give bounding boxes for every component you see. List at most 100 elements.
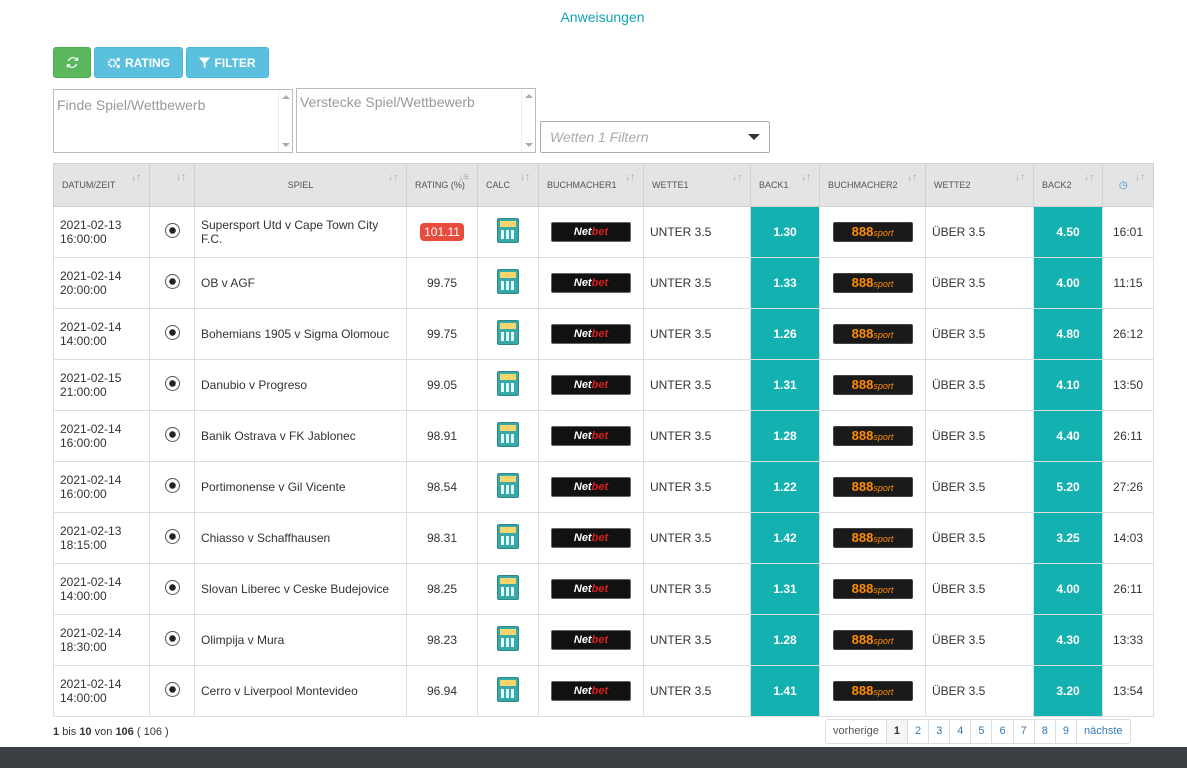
pagination-page[interactable]: 6	[992, 720, 1014, 743]
calculator-icon[interactable]	[497, 269, 519, 294]
back1-cell[interactable]: 1.33	[750, 257, 820, 309]
col-header-bet1[interactable]: WETTE1 ↓↑	[643, 163, 751, 207]
back1-cell[interactable]: 1.22	[750, 461, 820, 513]
back1-cell[interactable]: 1.42	[750, 512, 820, 564]
col-header-back1[interactable]: BACK1 ↓↑	[750, 163, 820, 207]
888sport-logo[interactable]: 888sport	[832, 528, 913, 548]
888sport-logo[interactable]: 888sport	[832, 273, 913, 293]
hide-match-scrollbar[interactable]	[521, 89, 535, 152]
netbet-logo[interactable]: Netbet	[551, 375, 631, 395]
netbet-logo[interactable]: Netbet	[551, 681, 631, 701]
back1-cell[interactable]: 1.31	[750, 359, 820, 411]
col-header-date[interactable]: DATUM/ZEIT ↓↑	[53, 163, 150, 207]
table-row[interactable]: 2021-02-15 21:00:00 Danubio v Progreso 99.0…	[53, 359, 1154, 411]
table-row[interactable]: 2021-02-13 16:00:00 Supersport Utd v Cape …	[53, 206, 1154, 258]
table-row[interactable]: 2021-02-14 18:30:00 Olimpija v Mura 98.23 Ne…	[53, 614, 1154, 666]
netbet-logo[interactable]: Netbet	[551, 528, 631, 548]
table-row[interactable]: 2021-02-14 14:00:00 Cerro v Liverpool Mont…	[53, 665, 1154, 717]
back2-cell[interactable]: 4.10	[1033, 359, 1103, 411]
col-header-calc[interactable]: CALC ↓↑	[477, 163, 539, 207]
netbet-logo[interactable]: Netbet	[551, 630, 631, 650]
pagination-page[interactable]: 5	[971, 720, 993, 743]
table-row[interactable]: 2021-02-14 16:00:00 Portimonense v Gil Vic…	[53, 461, 1154, 513]
back1-cell[interactable]: 1.28	[750, 614, 820, 666]
pagination-page[interactable]: 7	[1014, 720, 1035, 743]
calculator-icon[interactable]	[497, 320, 519, 345]
bookmaker1-cell: Netbet	[538, 206, 644, 258]
back2-cell[interactable]: 4.80	[1033, 308, 1103, 360]
netbet-logo[interactable]: Netbet	[551, 222, 631, 242]
calculator-icon[interactable]	[497, 575, 519, 600]
back2-cell[interactable]: 5.20	[1033, 461, 1103, 513]
col-header-bookmaker1[interactable]: BUCHMACHER1 ↓↑	[538, 163, 644, 207]
rating-cell: 99.75	[406, 257, 478, 309]
888sport-logo[interactable]: 888sport	[832, 426, 913, 446]
back1-cell[interactable]: 1.26	[750, 308, 820, 360]
match-cell: Banik Ostrava v FK Jablonec	[194, 410, 407, 462]
pagination-page[interactable]: 4	[950, 720, 972, 743]
netbet-logo[interactable]: Netbet	[551, 477, 631, 497]
find-match-scrollbar[interactable]	[278, 90, 292, 152]
888sport-logo[interactable]: 888sport	[832, 375, 913, 395]
back2-cell[interactable]: 3.20	[1033, 665, 1103, 717]
pagination-prev[interactable]: vorherige	[826, 720, 887, 743]
888sport-logo[interactable]: 888sport	[832, 324, 913, 344]
pagination-page[interactable]: 9	[1056, 720, 1077, 743]
col-header-bet2[interactable]: WETTE2 ↓↑	[925, 163, 1034, 207]
calculator-icon[interactable]	[497, 626, 519, 651]
pagination-page[interactable]: 2	[908, 720, 930, 743]
filter-button[interactable]: FILTER	[186, 47, 269, 78]
back1-cell[interactable]: 1.28	[750, 410, 820, 462]
back2-cell[interactable]: 4.50	[1033, 206, 1103, 258]
calculator-icon[interactable]	[497, 524, 519, 549]
netbet-logo[interactable]: Netbet	[551, 426, 631, 446]
pagination-page[interactable]: 3	[929, 720, 951, 743]
calculator-icon[interactable]	[497, 218, 519, 243]
bet-filter-select[interactable]: Wetten 1 Filtern	[540, 121, 770, 153]
table-row[interactable]: 2021-02-14 14:00:00 Bohemians 1905 v Sigma…	[53, 308, 1154, 360]
888sport-logo[interactable]: 888sport	[832, 222, 913, 242]
pagination-next[interactable]: nächste	[1077, 720, 1130, 743]
calculator-icon[interactable]	[497, 677, 519, 702]
back1-cell[interactable]: 1.30	[750, 206, 820, 258]
rating-value: 98.25	[426, 582, 458, 596]
table-row[interactable]: 2021-02-13 18:15:00 Chiasso v Schaffhausen…	[53, 512, 1154, 564]
table-row[interactable]: 2021-02-14 14:00:00 Slovan Liberec v Ceske…	[53, 563, 1154, 615]
col-header-clock[interactable]: ◷ ↓↑	[1102, 163, 1154, 207]
back2-cell[interactable]: 4.30	[1033, 614, 1103, 666]
netbet-logo[interactable]: Netbet	[551, 579, 631, 599]
table-row[interactable]: 2021-02-14 16:00:00 Banik Ostrava v FK Jab…	[53, 410, 1154, 462]
netbet-logo[interactable]: Netbet	[551, 273, 631, 293]
888sport-logo[interactable]: 888sport	[832, 579, 913, 599]
hide-match-input[interactable]: Verstecke Spiel/Wettbewerb	[296, 88, 536, 153]
pagination-page[interactable]: 1	[886, 720, 908, 743]
back2-cell[interactable]: 4.00	[1033, 563, 1103, 615]
col-header-bookmaker2[interactable]: BUCHMACHER2 ↓↑	[819, 163, 926, 207]
netbet-logo[interactable]: Netbet	[551, 324, 631, 344]
back2-cell[interactable]: 4.00	[1033, 257, 1103, 309]
col-header-match[interactable]: SPIEL ↓↑	[194, 163, 407, 207]
bet2-cell: ÜBER 3.5	[925, 308, 1034, 360]
calculator-icon[interactable]	[497, 371, 519, 396]
888sport-logo[interactable]: 888sport	[832, 630, 913, 650]
instructions-link[interactable]: Anweisungen	[0, 9, 1187, 25]
hide-match-placeholder: Verstecke Spiel/Wettbewerb	[300, 94, 475, 110]
calculator-icon[interactable]	[497, 422, 519, 447]
col-header-back2[interactable]: BACK2 ↓↑	[1033, 163, 1103, 207]
rating-button[interactable]: RATING	[94, 47, 183, 78]
pagination-page[interactable]: 8	[1035, 720, 1056, 743]
back1-cell[interactable]: 1.41	[750, 665, 820, 717]
888sport-logo[interactable]: 888sport	[832, 477, 913, 497]
soccer-ball-icon	[164, 427, 180, 442]
col-header-rating[interactable]: RATING (%) ↓≡	[406, 163, 478, 207]
calculator-icon[interactable]	[497, 473, 519, 498]
back1-cell[interactable]: 1.31	[750, 563, 820, 615]
bet2-cell: ÜBER 3.5	[925, 410, 1034, 462]
col-header-sport[interactable]: ↓↑	[149, 163, 195, 207]
table-row[interactable]: 2021-02-14 20:00:00 OB v AGF 99.75 Netbet UNT…	[53, 257, 1154, 309]
888sport-logo[interactable]: 888sport	[832, 681, 913, 701]
find-match-input[interactable]: Finde Spiel/Wettbewerb	[53, 89, 293, 153]
back2-cell[interactable]: 4.40	[1033, 410, 1103, 462]
refresh-button[interactable]	[53, 47, 91, 78]
back2-cell[interactable]: 3.25	[1033, 512, 1103, 564]
